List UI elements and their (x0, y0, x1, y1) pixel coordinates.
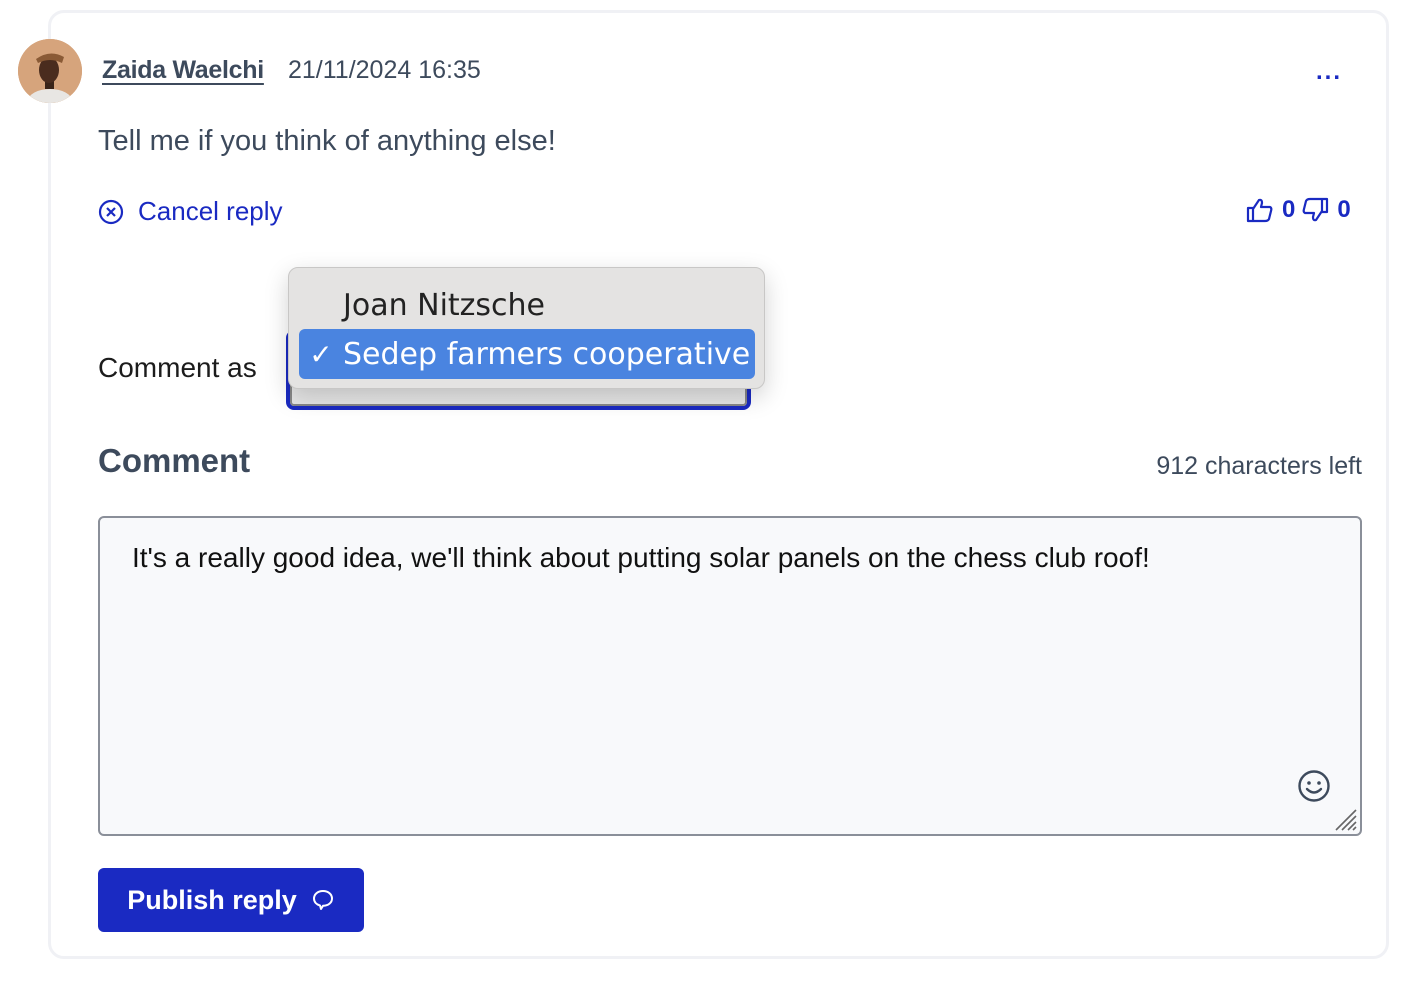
downvote-count: 0 (1337, 196, 1351, 223)
option-label: Sedep farmers cooperative (343, 336, 751, 372)
resize-grip-icon (1335, 809, 1357, 831)
comment-as-dropdown: Joan Nitzsche ✓ Sedep farmers cooperativ… (288, 267, 765, 389)
checkmark-icon: ✓ (309, 337, 333, 371)
comment-textarea[interactable]: It's a really good idea, we'll think abo… (98, 516, 1362, 836)
vote-controls: 0 0 (1246, 196, 1351, 224)
thumbs-down-icon (1302, 197, 1329, 222)
upvote-button[interactable]: 0 (1246, 196, 1295, 224)
publish-reply-button[interactable]: Publish reply (98, 868, 364, 932)
comment-body: Tell me if you think of anything else! (98, 125, 556, 157)
more-icon: ... (1316, 58, 1343, 85)
avatar[interactable] (18, 39, 82, 103)
option-sedep-farmers-cooperative[interactable]: ✓ Sedep farmers cooperative (299, 329, 755, 379)
close-circle-icon (98, 199, 124, 224)
option-label: Joan Nitzsche (343, 287, 546, 323)
option-joan-nitzsche[interactable]: Joan Nitzsche (299, 280, 755, 330)
upvote-count: 0 (1282, 196, 1296, 223)
speech-bubble-icon (312, 890, 333, 910)
characters-left-counter: 912 characters left (1156, 452, 1362, 480)
downvote-button[interactable]: 0 (1301, 196, 1351, 224)
emoji-picker-button[interactable] (1296, 768, 1332, 804)
more-options-button[interactable]: ... (1316, 58, 1342, 86)
author-link[interactable]: Zaida Waelchi (102, 56, 264, 85)
resize-handle[interactable] (1332, 806, 1358, 832)
cancel-reply-label: Cancel reply (138, 196, 283, 226)
comment-timestamp: 21/11/2024 16:35 (288, 56, 481, 84)
avatar-image (18, 39, 82, 103)
comment-as-label: Comment as (98, 352, 257, 383)
smiley-icon (1298, 770, 1330, 802)
publish-reply-label: Publish reply (127, 884, 297, 915)
cancel-reply-button[interactable]: Cancel reply (98, 196, 283, 227)
comment-field-label: Comment (98, 442, 251, 479)
thumbs-up-icon (1246, 198, 1273, 223)
